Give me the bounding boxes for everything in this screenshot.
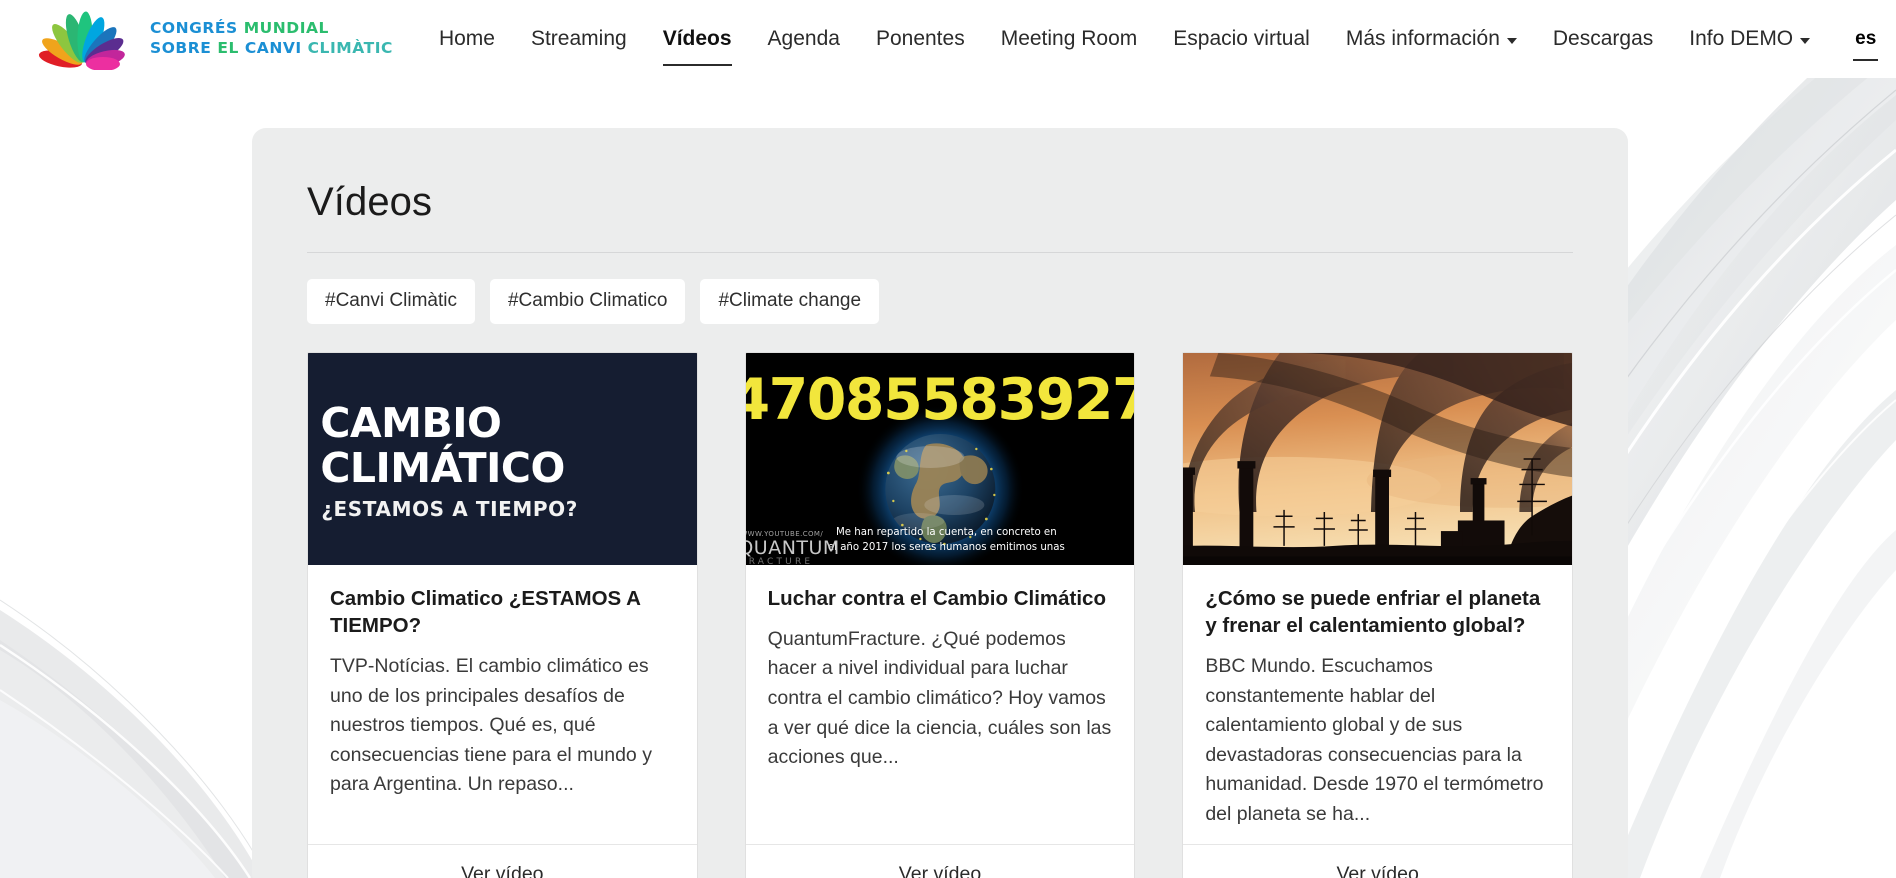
brand-word-el: EL (217, 39, 239, 57)
nav-item-videos[interactable]: Vídeos (645, 19, 750, 66)
nav-item-home-label: Home (438, 27, 495, 51)
thumb-line-3: ¿ESTAMOS A TIEMPO? (321, 497, 578, 521)
thumb-line-1: CAMBIO (320, 399, 501, 447)
nav-item-info-demo[interactable]: Info DEMO (1671, 19, 1828, 58)
title-divider (307, 252, 1573, 253)
main-navigation-bar: CONGRÉS MUNDIAL SOBRE EL CANVI CLIMÀTIC … (0, 0, 1896, 78)
video-thumbnail-enfriar-planeta[interactable] (1183, 352, 1572, 565)
video-card-grid: CAMBIO CLIMÁTICO ¿ESTAMOS A TIEMPO? Camb… (307, 351, 1573, 878)
video-card-footer: Ver vídeo (308, 843, 697, 878)
rainbow-petal-flower-logo-icon (38, 11, 125, 70)
videos-content-panel: Vídeos #Canvi Climàtic #Cambio Climatico… (252, 128, 1628, 878)
video-card-description: TVP-Notícias. El cambio climático es uno… (330, 654, 652, 796)
site-brand-text: CONGRÉS MUNDIAL SOBRE EL CANVI CLIMÀTIC (150, 19, 393, 59)
nav-item-mas-informacion-label: Más información (1345, 27, 1500, 51)
nav-item-espacio-virtual[interactable]: Espacio virtual (1155, 19, 1328, 58)
tag-filter-canvi-climatic[interactable]: #Canvi Climàtic (307, 279, 475, 324)
nav-item-meeting-room-label: Meeting Room (1000, 27, 1138, 51)
video-card-body: ¿Cómo se puede enfriar el planeta y fren… (1183, 565, 1572, 844)
language-option-en[interactable]: en (1889, 22, 1896, 56)
video-card-footer: Ver vídeo (1183, 843, 1572, 878)
video-card-body: Cambio Climatico ¿ESTAMOS A TIEMPO? TVP-… (308, 565, 697, 844)
nav-item-ponentes-label: Ponentes (875, 27, 965, 51)
video-card-title: ¿Cómo se puede enfriar el planeta y fren… (1205, 586, 1541, 637)
nav-item-agenda-label: Agenda (767, 27, 840, 51)
video-card-description: QuantumFracture. ¿Qué podemos hacer a ni… (767, 627, 1112, 769)
nav-item-info-demo-label: Info DEMO (1689, 27, 1794, 51)
brand-word-sobre: SOBRE (150, 39, 212, 57)
thumb-watermark-fracture: FRACTURE (746, 557, 813, 565)
brand-word-climatic: CLIMÀTIC (307, 39, 393, 57)
tag-filter-cambio-climatico[interactable]: #Cambio Climatico (489, 279, 686, 324)
page-title: Vídeos (307, 180, 433, 224)
brand-word-mundial: MUNDIAL (243, 19, 329, 38)
nav-item-home[interactable]: Home (421, 19, 513, 58)
nav-item-espacio-virtual-label: Espacio virtual (1173, 27, 1310, 51)
video-card-body: Luchar contra el Cambio Climático Quantu… (746, 565, 1135, 844)
watch-video-link[interactable]: Ver vídeo (899, 863, 981, 878)
nav-item-streaming[interactable]: Streaming (513, 19, 645, 58)
nav-item-agenda[interactable]: Agenda (750, 19, 858, 58)
video-card[interactable]: 47085583927 Me han repartido la cuenta, … (744, 351, 1136, 878)
watch-video-link[interactable]: Ver vídeo (1336, 863, 1418, 878)
nav-item-meeting-room[interactable]: Meeting Room (983, 19, 1156, 58)
video-card[interactable]: CAMBIO CLIMÁTICO ¿ESTAMOS A TIEMPO? Camb… (307, 351, 698, 878)
watch-video-link[interactable]: Ver vídeo (461, 863, 543, 878)
thumb-caption-line-2: el año 2017 los seres humanos emitimos u… (828, 542, 1065, 553)
nav-item-streaming-label: Streaming (530, 27, 627, 51)
nav-item-mas-informacion[interactable]: Más información (1328, 19, 1535, 58)
video-card-title: Luchar contra el Cambio Climático (767, 586, 1106, 610)
video-card[interactable]: ¿Cómo se puede enfriar el planeta y fren… (1182, 351, 1573, 878)
nav-item-ponentes[interactable]: Ponentes (858, 19, 983, 58)
brand-word-congres: CONGRÉS (150, 19, 238, 38)
thumb-watermark-quantum: QUANTUM (746, 537, 840, 559)
site-brand-link[interactable]: CONGRÉS MUNDIAL SOBRE EL CANVI CLIMÀTIC (30, 8, 393, 70)
chevron-down-icon (1506, 38, 1517, 44)
video-card-footer: Ver vídeo (745, 843, 1135, 878)
video-card-title: Cambio Climatico ¿ESTAMOS A TIEMPO? (330, 586, 641, 637)
language-option-es[interactable]: es (1842, 22, 1889, 61)
brand-word-canvi: CANVI (244, 39, 302, 57)
primary-nav-links: Home Streaming Vídeos Agenda Ponentes Me… (421, 19, 1828, 66)
nav-item-descargas[interactable]: Descargas (1535, 19, 1671, 58)
tag-filter-climate-change[interactable]: #Climate change (700, 279, 880, 324)
thumb-big-number: 47085583927 (746, 367, 1135, 433)
thumb-caption-line-1: Me han repartido la cuenta, en concreto … (836, 527, 1057, 538)
tag-filter-list: #Canvi Climàtic #Cambio Climatico #Clima… (307, 279, 1582, 324)
thumb-line-2: CLIMÁTICO (320, 444, 564, 492)
nav-item-descargas-label: Descargas (1552, 27, 1654, 51)
language-switcher: es en ca (1842, 22, 1896, 61)
video-thumbnail-cambio-climatico[interactable]: CAMBIO CLIMÁTICO ¿ESTAMOS A TIEMPO? (308, 352, 697, 565)
chevron-down-icon (1800, 38, 1811, 44)
video-thumbnail-luchar-cambio-climatico[interactable]: 47085583927 Me han repartido la cuenta, … (745, 352, 1135, 565)
video-card-description: BBC Mundo. Escuchamos constantemente hab… (1205, 654, 1544, 826)
nav-item-videos-label: Vídeos (662, 27, 732, 51)
